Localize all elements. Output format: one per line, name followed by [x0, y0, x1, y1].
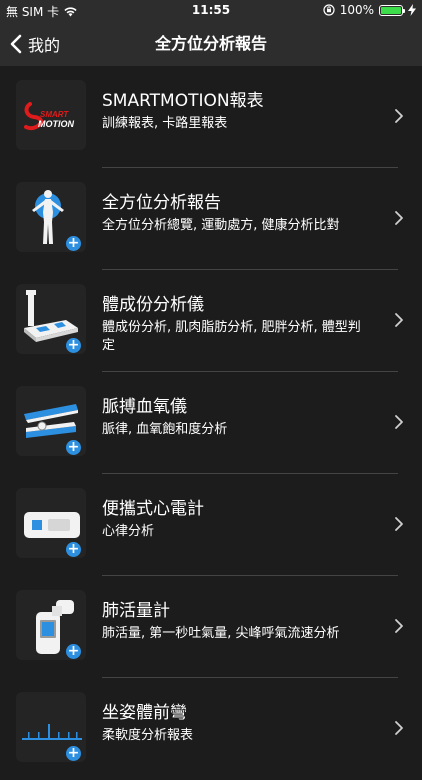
add-icon: +	[66, 541, 81, 557]
item-title: 肺活量計	[102, 601, 170, 621]
chevron-left-icon	[10, 34, 22, 54]
list-item-pulse-oximeter[interactable]: + 脈搏血氧儀 脈律, 血氧飽和度分析	[0, 372, 422, 474]
add-icon: +	[66, 439, 81, 455]
list-item-smartmotion-report[interactable]: SMART MOTION SMARTMOTION報表 訓練報表, 卡路里報表	[0, 66, 422, 168]
orientation-lock-icon	[323, 4, 335, 16]
back-label: 我的	[28, 36, 61, 55]
item-title: 便攜式心電計	[102, 499, 204, 519]
status-bar: 無 SIM 卡 11:55 100%	[0, 0, 422, 22]
chevron-right-icon	[395, 619, 403, 633]
status-right: 100%	[323, 3, 416, 17]
smartmotion-logo-icon: SMART MOTION	[16, 80, 86, 150]
list-item-body-composition[interactable]: + 體成份分析儀 體成份分析, 肌肉脂肪分析, 肥胖分析, 體型判定	[0, 270, 422, 372]
item-title: 體成份分析儀	[102, 295, 204, 315]
body-figure-icon: +	[16, 182, 86, 252]
add-icon: +	[66, 745, 81, 761]
list-item-portable-ecg[interactable]: + 便攜式心電計 心律分析	[0, 474, 422, 576]
body-composition-scale-icon: +	[16, 284, 86, 354]
pulse-oximeter-icon: +	[16, 386, 86, 456]
portable-ecg-icon: +	[16, 488, 86, 558]
chevron-right-icon	[395, 517, 403, 531]
list-item-comprehensive-report[interactable]: + 全方位分析報告 全方位分析總覽, 運動處方, 健康分析比對	[0, 168, 422, 270]
item-title: 坐姿體前彎	[102, 703, 187, 723]
item-title: 脈搏血氧儀	[102, 397, 187, 417]
list-item-spirometer[interactable]: + 肺活量計 肺活量, 第一秒吐氣量, 尖峰呼氣流速分析	[0, 576, 422, 678]
charging-bolt-icon	[408, 4, 416, 16]
item-subtitle: 柔軟度分析報表	[102, 728, 194, 743]
item-subtitle: 脈律, 血氧飽和度分析	[102, 422, 228, 437]
spirometer-icon: +	[16, 590, 86, 660]
report-list: SMART MOTION SMARTMOTION報表 訓練報表, 卡路里報表 +…	[0, 66, 422, 780]
add-icon: +	[66, 235, 81, 251]
add-icon: +	[66, 337, 81, 353]
chevron-right-icon	[395, 109, 403, 123]
item-subtitle: 體成份分析, 肌肉脂肪分析, 肥胖分析, 體型判定	[102, 320, 361, 353]
item-title: 全方位分析報告	[102, 193, 221, 213]
add-icon: +	[66, 643, 81, 659]
item-subtitle: 訓練報表, 卡路里報表	[102, 116, 228, 131]
item-title: SMARTMOTION報表	[102, 91, 264, 111]
list-item-sit-and-reach[interactable]: + 坐姿體前彎 柔軟度分析報表	[0, 678, 422, 780]
battery-fill	[381, 6, 401, 14]
chevron-right-icon	[395, 721, 403, 735]
logo-text-top: SMART	[40, 110, 69, 119]
logo-text-bottom: MOTION	[38, 119, 74, 129]
item-subtitle: 肺活量, 第一秒吐氣量, 尖峰呼氣流速分析	[102, 626, 340, 641]
back-button[interactable]: 我的	[8, 22, 60, 66]
chevron-right-icon	[395, 211, 403, 225]
nav-bar: 全方位分析報告 我的	[0, 22, 422, 66]
sit-and-reach-icon: +	[16, 692, 86, 762]
item-subtitle: 全方位分析總覽, 運動處方, 健康分析比對	[102, 218, 340, 233]
item-subtitle: 心律分析	[102, 524, 155, 539]
chevron-right-icon	[395, 313, 403, 327]
battery-icon	[379, 4, 405, 16]
battery-percent: 100%	[339, 3, 374, 17]
page-title: 全方位分析報告	[154, 34, 267, 53]
chevron-right-icon	[395, 415, 403, 429]
